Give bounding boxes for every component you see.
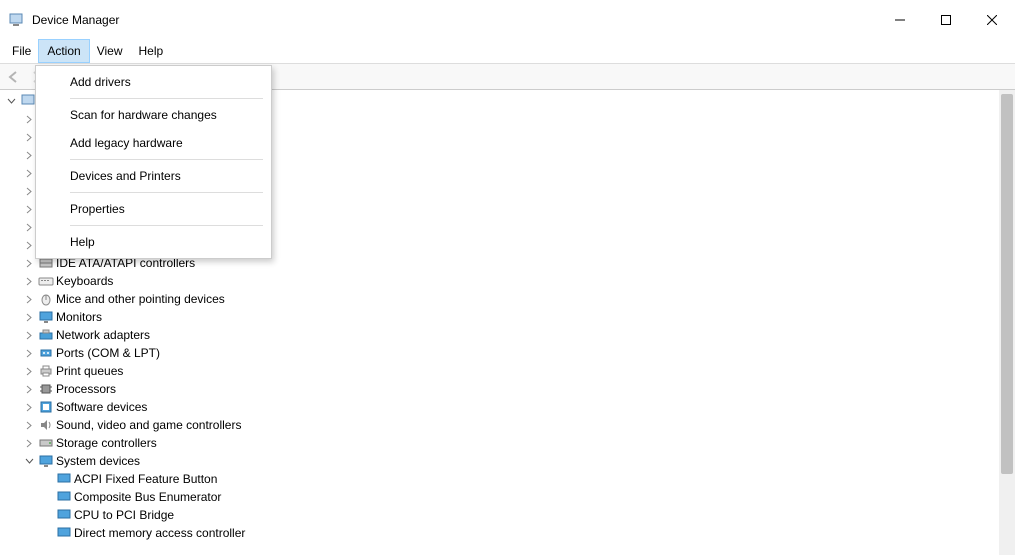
menu-devices-printers[interactable]: Devices and Printers [36,162,271,190]
tree-category[interactable]: Print queues [22,362,1015,380]
system-icon [56,471,72,487]
tree-category[interactable]: Mice and other pointing devices [22,290,1015,308]
chevron-right-icon[interactable] [22,274,36,288]
spacer [40,526,54,540]
chevron-right-icon[interactable] [22,148,36,162]
category-label: Ports (COM & LPT) [56,346,160,360]
chevron-right-icon[interactable] [22,184,36,198]
chevron-right-icon[interactable] [22,400,36,414]
chevron-right-icon[interactable] [22,130,36,144]
category-label: Software devices [56,400,147,414]
tree-device[interactable]: Direct memory access controller [40,524,1015,542]
sound-icon [38,417,54,433]
category-label: Sound, video and game controllers [56,418,241,432]
processor-icon [38,381,54,397]
menu-scan-hardware[interactable]: Scan for hardware changes [36,101,271,129]
tree-category[interactable]: Ports (COM & LPT) [22,344,1015,362]
device-label: CPU to PCI Bridge [74,508,174,522]
menu-add-legacy[interactable]: Add legacy hardware [36,129,271,157]
menu-add-drivers[interactable]: Add drivers [36,68,271,96]
menubar: File Action View Help [0,40,1015,64]
printer-icon [38,363,54,379]
menu-separator [70,225,263,226]
system-icon [56,489,72,505]
category-label: Storage controllers [56,436,157,450]
chevron-right-icon[interactable] [22,436,36,450]
chevron-right-icon[interactable] [22,346,36,360]
chevron-right-icon[interactable] [22,292,36,306]
category-label: Print queues [56,364,123,378]
titlebar: Device Manager [0,0,1015,40]
vertical-scrollbar[interactable] [999,90,1015,555]
action-dropdown: Add drivers Scan for hardware changes Ad… [35,65,272,259]
device-manager-icon [8,12,24,28]
spacer [40,472,54,486]
system-icon [56,525,72,541]
tree-category[interactable]: Storage controllers [22,434,1015,452]
menu-help[interactable]: Help [36,228,271,256]
device-manager-window: Device Manager File Action View Help [0,0,1015,555]
menu-action[interactable]: Action [39,40,88,62]
tree-category[interactable]: Network adapters [22,326,1015,344]
system-icon [56,507,72,523]
device-label: ACPI Fixed Feature Button [74,472,217,486]
close-button[interactable] [969,0,1015,40]
menu-separator [70,159,263,160]
minimize-button[interactable] [877,0,923,40]
menu-file[interactable]: File [4,40,39,62]
network-icon [38,327,54,343]
chevron-right-icon[interactable] [22,382,36,396]
window-title: Device Manager [32,13,119,27]
chevron-right-icon[interactable] [22,418,36,432]
chevron-right-icon[interactable] [22,112,36,126]
category-label: Keyboards [56,274,113,288]
tree-category[interactable]: Processors [22,380,1015,398]
scrollbar-thumb[interactable] [1001,94,1013,474]
category-label: Monitors [56,310,102,324]
mouse-icon [38,291,54,307]
computer-icon [20,93,36,109]
device-label: Composite Bus Enumerator [74,490,221,504]
category-label: Network adapters [56,328,150,342]
keyboard-icon [38,273,54,289]
port-icon [38,345,54,361]
category-label: Mice and other pointing devices [56,292,225,306]
window-controls [877,0,1015,40]
chevron-right-icon[interactable] [22,328,36,342]
maximize-button[interactable] [923,0,969,40]
system-icon [38,453,54,469]
spacer [40,490,54,504]
menu-separator [70,98,263,99]
tree-category[interactable]: Keyboards [22,272,1015,290]
tree-device[interactable]: ACPI Fixed Feature Button [40,470,1015,488]
tree-category-system-devices[interactable]: System devices [22,452,1015,470]
menu-separator [70,192,263,193]
category-label: System devices [56,454,140,468]
menu-help[interactable]: Help [131,40,172,62]
tree-device[interactable]: Composite Bus Enumerator [40,488,1015,506]
chevron-right-icon[interactable] [22,364,36,378]
menu-view[interactable]: View [89,40,131,62]
chevron-right-icon[interactable] [22,310,36,324]
chevron-right-icon[interactable] [22,166,36,180]
tree-category[interactable]: Sound, video and game controllers [22,416,1015,434]
chevron-right-icon[interactable] [22,202,36,216]
storage-icon [38,435,54,451]
menu-properties[interactable]: Properties [36,195,271,223]
tree-device[interactable]: CPU to PCI Bridge [40,506,1015,524]
spacer [40,508,54,522]
chevron-right-icon[interactable] [22,220,36,234]
device-label: Direct memory access controller [74,526,245,540]
chevron-down-icon[interactable] [22,454,36,468]
chevron-right-icon[interactable] [22,238,36,252]
category-label: Processors [56,382,116,396]
chevron-right-icon[interactable] [22,256,36,270]
back-icon[interactable] [4,67,24,87]
software-icon [38,399,54,415]
monitor-icon [38,309,54,325]
chevron-down-icon[interactable] [4,94,18,108]
tree-category[interactable]: Monitors [22,308,1015,326]
tree-category[interactable]: Software devices [22,398,1015,416]
